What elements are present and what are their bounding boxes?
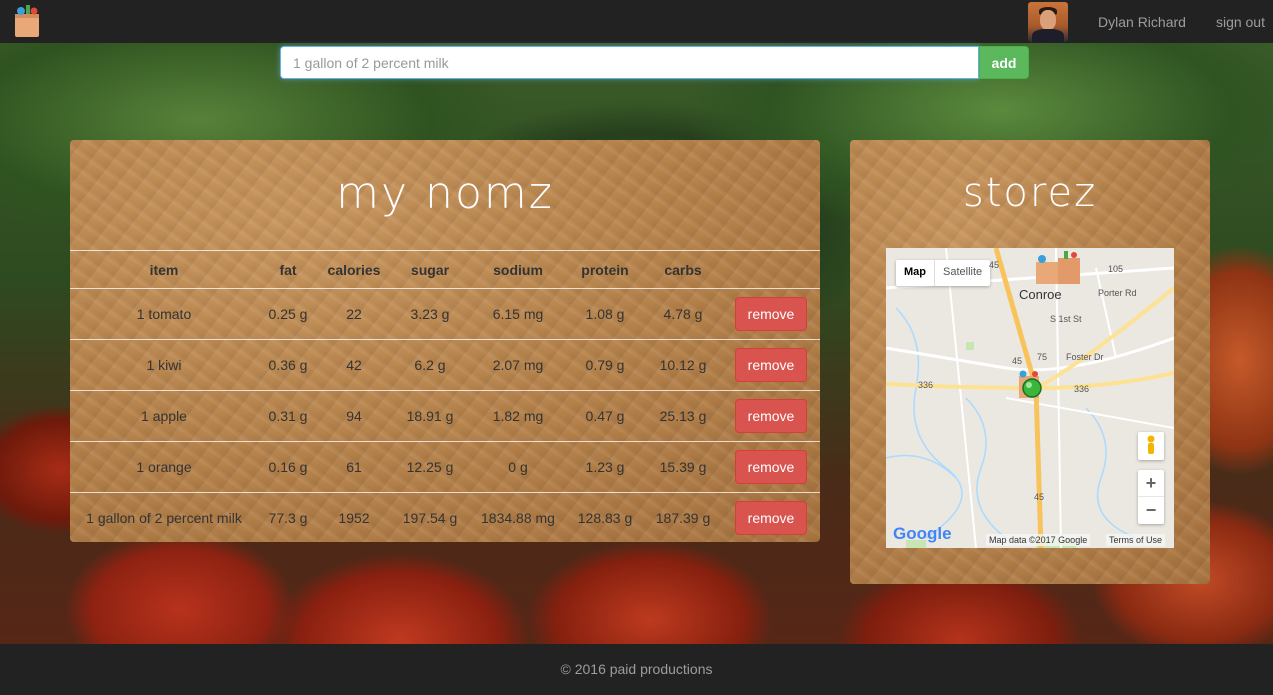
cell-sodium: 1.82 mg xyxy=(470,390,566,442)
cell-item: 1 apple xyxy=(70,390,258,442)
cell-item: 1 kiwi xyxy=(70,339,258,391)
sign-out-link[interactable]: sign out xyxy=(1216,14,1265,30)
cell-calories: 61 xyxy=(318,441,390,493)
cell-fat: 0.31 g xyxy=(258,390,318,442)
cell-protein: 1.23 g xyxy=(566,441,644,493)
road-label: 336 xyxy=(1074,384,1090,394)
cell-sugar: 197.54 g xyxy=(402,510,458,527)
map-attribution: Map data ©2017 Google xyxy=(986,534,1091,546)
cell-sodium: 1834.88 mg xyxy=(481,510,555,527)
cell-actions: remove xyxy=(722,441,820,493)
cell-item: 1 orange xyxy=(70,441,258,493)
user-name[interactable]: Dylan Richard xyxy=(1098,14,1186,30)
cell-sugar: 18.91 g xyxy=(390,390,470,442)
current-location-marker-icon xyxy=(1022,378,1042,398)
remove-button[interactable]: remove xyxy=(735,501,807,536)
road-label: 45 xyxy=(1012,356,1023,366)
nav-right: Dylan Richard sign out xyxy=(1028,0,1273,43)
column-header-item: item xyxy=(70,250,258,289)
footer-text: © 2016 paid productions xyxy=(560,661,713,677)
cell-carbs: 25.13 g xyxy=(644,390,722,442)
remove-button[interactable]: remove xyxy=(735,297,807,331)
cell-carbs: 4.78 g xyxy=(644,288,722,340)
remove-button[interactable]: remove xyxy=(735,348,807,382)
street-view-pegman-icon[interactable] xyxy=(1138,432,1164,460)
map-town-label: Conroe xyxy=(1019,287,1062,302)
storez-title: storez xyxy=(962,170,1098,216)
cell-item: 1 gallon of 2 percent milk xyxy=(86,510,242,527)
cell-protein: 0.79 g xyxy=(566,339,644,391)
cell-protein: 0.47 g xyxy=(566,390,644,442)
cell-sodium: 6.15 mg xyxy=(470,288,566,340)
nomz-panel: my nomz item fat calories sugar sodium p… xyxy=(70,140,820,542)
road-label: 45 xyxy=(1034,492,1045,502)
cell-sugar: 6.2 g xyxy=(390,339,470,391)
zoom-in-button[interactable]: + xyxy=(1138,470,1164,497)
cell-fat: 77.3 g xyxy=(268,510,308,527)
column-header-actions xyxy=(722,250,820,289)
avatar[interactable] xyxy=(1028,1,1069,42)
cell-protein: 128.83 g xyxy=(577,510,633,527)
google-logo: Google xyxy=(893,524,952,543)
column-header-carbs: carbs xyxy=(644,250,722,289)
cell-sodium: 2.07 mg xyxy=(470,339,566,391)
column-header-sodium: sodium xyxy=(470,250,566,289)
cell-sodium: 0 g xyxy=(470,441,566,493)
cell-calories: 94 xyxy=(318,390,390,442)
table-row: 1 orange 0.16 g 61 12.25 g 0 g 1.23 g 15… xyxy=(70,441,820,493)
cell-item: 1 tomato xyxy=(70,288,258,340)
road-label: S 1st St xyxy=(1050,314,1082,324)
cell-calories: 42 xyxy=(318,339,390,391)
navbar: Dylan Richard sign out xyxy=(0,0,1273,43)
store-marker-icon[interactable] xyxy=(1034,250,1084,286)
cell-actions: remove xyxy=(722,339,820,391)
cell-protein: 1.08 g xyxy=(566,288,644,340)
map-type-map-button[interactable]: Map xyxy=(896,260,935,286)
food-search-input[interactable] xyxy=(280,46,979,79)
cell-actions: remove xyxy=(722,390,820,442)
cell-fat: 0.25 g xyxy=(258,288,318,340)
column-header-fat: fat xyxy=(258,250,318,289)
road-label: 336 xyxy=(918,380,934,390)
nutrition-table: item fat calories sugar sodium protein c… xyxy=(70,250,820,542)
grocery-bag-logo-icon[interactable] xyxy=(12,4,42,38)
nomz-title: my nomz xyxy=(336,168,554,219)
road-label: Porter Rd xyxy=(1098,288,1137,298)
table-header-row: item fat calories sugar sodium protein c… xyxy=(70,250,820,289)
cell-fat: 0.16 g xyxy=(258,441,318,493)
add-button[interactable]: add xyxy=(979,46,1029,79)
cell-sugar: 12.25 g xyxy=(390,441,470,493)
remove-button[interactable]: remove xyxy=(735,450,807,484)
cell-carbs: 15.39 g xyxy=(644,441,722,493)
cell-fat: 0.36 g xyxy=(258,339,318,391)
remove-button[interactable]: remove xyxy=(735,399,807,433)
table-row: 1 apple 0.31 g 94 18.91 g 1.82 mg 0.47 g… xyxy=(70,390,820,442)
table-row: 1 gallon of 2 percent milk 77.3 g 1952 1… xyxy=(70,493,820,543)
table-row: 1 kiwi 0.36 g 42 6.2 g 2.07 mg 0.79 g 10… xyxy=(70,339,820,391)
cell-carbs: 10.12 g xyxy=(644,339,722,391)
column-header-sugar: sugar xyxy=(390,250,470,289)
road-label: Foster Dr xyxy=(1066,352,1104,362)
cell-calories: 1952 xyxy=(338,510,370,527)
footer: © 2016 paid productions xyxy=(0,644,1273,695)
map-terms-link[interactable]: Terms of Use xyxy=(1106,534,1166,546)
road-label: 105 xyxy=(1108,264,1124,274)
zoom-controls: + − xyxy=(1138,470,1164,524)
table-row: 1 tomato 0.25 g 22 3.23 g 6.15 mg 1.08 g… xyxy=(70,288,820,340)
cell-actions: remove xyxy=(722,493,820,543)
cell-calories: 22 xyxy=(318,288,390,340)
road-label: 75 xyxy=(1037,352,1048,362)
road-label: 45 xyxy=(989,260,1000,270)
map-type-satellite-button[interactable]: Satellite xyxy=(935,260,990,286)
cell-carbs: 187.39 g xyxy=(655,510,711,527)
storez-panel: storez Map Satellite Conroe 105 75 336 3… xyxy=(850,140,1210,584)
add-food-form: add xyxy=(280,46,1029,79)
column-header-protein: protein xyxy=(566,250,644,289)
store-map[interactable]: Map Satellite Conroe 105 75 336 336 45 4… xyxy=(886,248,1174,548)
zoom-out-button[interactable]: − xyxy=(1138,497,1164,524)
map-type-toggle: Map Satellite xyxy=(896,260,991,286)
cell-sugar: 3.23 g xyxy=(390,288,470,340)
column-header-calories: calories xyxy=(318,250,390,289)
cell-actions: remove xyxy=(722,288,820,340)
